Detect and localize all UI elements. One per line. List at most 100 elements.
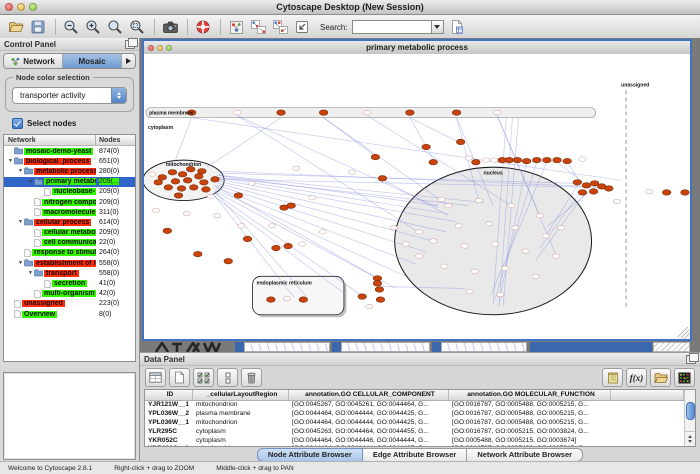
tree-row-primary-metabol[interactable]: ▼primary metabol209(... [4,177,135,187]
status-hint-zoom: Right-click + drag to ZOOM [114,465,194,472]
network-desktop: primary metabolic process plasma membran… [140,38,700,352]
disclosure-triangle-icon[interactable]: ▼ [17,217,24,227]
attribute-matrix-icon[interactable] [674,368,695,387]
save-session-icon[interactable] [28,17,48,37]
search-options-icon[interactable] [447,17,467,37]
tab-network-attribute-browser[interactable]: Network Attribute Browser [467,448,583,462]
disclosure-triangle-icon[interactable]: ▼ [7,156,14,166]
unselect-all-attributes-icon[interactable] [217,368,238,387]
zoom-fit-icon[interactable] [127,17,147,37]
table-header-row: ID_cellularLayoutRegionannotation.GO CEL… [145,390,684,401]
disclosure-triangle-icon[interactable]: ▼ [27,177,34,187]
tree-row-metabolic-process[interactable]: ▼metabolic process280(0) [4,166,135,176]
tree-row-node-count: 558(0) [96,260,135,267]
tree-row-cell-communicat[interactable]: cell communicat22(0) [4,238,135,248]
function-builder-label: f(x) [630,373,644,383]
minimize-view-icon[interactable] [157,45,163,51]
search-dropdown-icon[interactable] [431,20,444,34]
disclosure-triangle-icon[interactable]: ▼ [27,268,34,278]
network-window-titlebar[interactable]: primary metabolic process [144,41,690,55]
delete-attribute-icon[interactable] [241,368,262,387]
import-network-icon[interactable] [292,17,312,37]
tree-row-nitrogen-compo[interactable]: nitrogen compo209(0) [4,197,135,207]
open-session-icon[interactable] [6,17,26,37]
create-attribute-icon[interactable] [169,368,190,387]
tree-row-response-to-stimulu[interactable]: response to stimulu264(0) [4,248,135,258]
background-window-strip [341,342,430,352]
table-row[interactable]: YKR052Ccytoplasm[GO:0044464, GO:0044446,… [145,436,684,445]
export-image-icon[interactable] [160,17,180,37]
zoom-in-icon[interactable] [83,17,103,37]
control-panel: Control Panel Network Mosaic Node color … [0,38,140,462]
import-attributes-icon[interactable] [650,368,671,387]
table-row[interactable]: YLR295Ccytoplasm[GO:0045263, GO:0044464,… [145,427,684,436]
scrollbar-thumb[interactable] [686,402,695,420]
zoom-view-icon[interactable] [166,45,172,51]
network-canvas[interactable]: plasma membranecytoplasmmitochondrionnuc… [144,54,690,339]
table-column-header[interactable]: _cellularLayoutRegion [193,390,289,400]
zoom-window-icon[interactable] [29,3,37,11]
folder-icon [14,147,23,155]
disclosure-triangle-icon[interactable]: ▼ [17,166,24,176]
select-all-attributes-icon[interactable] [193,368,214,387]
svg-text:unassigned: unassigned [621,82,649,88]
close-view-icon[interactable] [148,45,154,51]
table-row[interactable]: YJR121W__1mitochondrion[GO:0045267, GO:0… [145,401,684,410]
more-tabs-icon[interactable] [122,54,135,68]
attribute-table: ID_cellularLayoutRegionannotation.GO CEL… [145,390,684,446]
select-nodes-label: Select nodes [27,119,76,128]
zoom-out-icon[interactable] [61,17,81,37]
tree-row-establishment-of-lo[interactable]: ▼establishment of lo558(0) [4,258,135,268]
tree-row-transport[interactable]: ▼transport558(0) [4,268,135,278]
float-data-panel-icon[interactable] [686,355,696,364]
vizmapper-icon[interactable] [226,17,246,37]
disclosure-triangle-icon[interactable]: ▼ [17,258,24,268]
data-panel-title: Data Panel [144,355,185,364]
help-icon[interactable] [193,17,213,37]
table-column-header[interactable]: annotation.GO MOLECULAR_FUNCTION [449,390,611,400]
tree-row-nucleobase-[interactable]: nucleobase-209(0) [4,187,135,197]
search-input[interactable] [352,20,431,34]
tree-row-cellular-metabol[interactable]: cellular metabol209(0) [4,228,135,238]
tree-row-node-count: 209(0) [96,188,135,195]
tree-row-multi-organism-pro[interactable]: multi-organism pro42(0) [4,289,135,299]
minimize-window-icon[interactable] [17,3,25,11]
scroll-down-icon[interactable] [688,440,692,443]
table-column-header[interactable]: ID [145,390,193,400]
status-hint-pan: Middle-click + drag to PAN [216,465,293,472]
background-window-edge [432,342,441,352]
tree-row-biological-process[interactable]: ▼biological_process651(0) [4,156,135,166]
tab-network[interactable]: Network [4,54,63,68]
tree-row-mosaic-demo-yeast[interactable]: mosaic-demo-yeast874(0) [4,146,135,156]
tree-row-label: multi-organism pro [42,290,96,297]
tree-column-nodes[interactable]: Nodes [96,137,135,144]
table-row[interactable]: YPL036W__2plasma membrane[GO:0044464, GO… [145,409,684,418]
main-toolbar: Search: [0,15,700,40]
table-row[interactable]: YPL036W__1mitochondrion[GO:0044464, GO:0… [145,418,684,427]
scroll-up-icon[interactable] [688,435,692,438]
window-resize-grip[interactable] [653,342,690,352]
network-overlay-icon[interactable] [270,17,290,37]
select-attributes-icon[interactable] [145,368,166,387]
tree-row-secretion[interactable]: secretion41(0) [4,278,135,288]
attribute-editor-icon[interactable] [602,368,623,387]
close-window-icon[interactable] [5,3,13,11]
float-panel-icon[interactable] [125,40,135,49]
node-color-dropdown[interactable]: transporter activity [12,87,127,104]
tree-column-network[interactable]: Network [4,135,96,145]
select-nodes-checkbox[interactable] [12,118,23,129]
table-vertical-scrollbar[interactable] [684,390,695,446]
tree-row-macromolecule[interactable]: macromolecule311(0) [4,207,135,217]
function-builder-icon[interactable]: f(x) [626,368,647,387]
tab-mosaic[interactable]: Mosaic [63,54,122,68]
birds-eye-view[interactable] [3,372,136,460]
tree-row-unassigned[interactable]: unassigned223(0) [4,299,135,309]
tree-row-cellular-process[interactable]: ▼cellular process614(0) [4,217,135,227]
tab-edge-attribute-browser[interactable]: Edge Attribute Browser [363,448,467,462]
tab-node-attribute-browser[interactable]: Node Attribute Browser [257,448,363,462]
background-window-edge [235,342,244,352]
table-column-header[interactable]: annotation.GO CELLULAR_COMPONENT [289,390,449,400]
tree-row-overview[interactable]: Overview8(0) [4,309,135,319]
zoom-selected-icon[interactable] [105,17,125,37]
merge-networks-icon[interactable] [248,17,268,37]
